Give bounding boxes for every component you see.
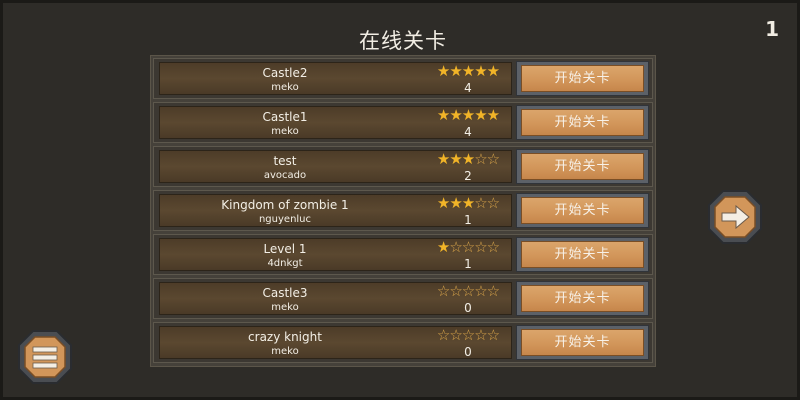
level-row: Castle1 meko ★★★★★ 4 开始关卡 — [153, 102, 653, 143]
start-level-label: 开始关卡 — [521, 65, 644, 92]
start-level-button[interactable]: 开始关卡 — [516, 281, 649, 316]
level-score: 0 — [464, 345, 472, 359]
level-score: 4 — [464, 81, 472, 95]
star-rating: ★★★☆☆ — [430, 195, 506, 212]
level-info-panel: Castle3 meko ☆☆☆☆☆ 0 — [159, 282, 512, 315]
start-level-button[interactable]: 开始关卡 — [516, 237, 649, 272]
menu-icon — [18, 330, 72, 384]
level-name: Castle3 — [262, 286, 308, 300]
page-title: 在线关卡 — [359, 29, 447, 53]
start-level-label: 开始关卡 — [521, 285, 644, 312]
level-info-panel: crazy knight meko ☆☆☆☆☆ 0 — [159, 326, 512, 359]
level-name: Castle2 — [262, 66, 308, 80]
star-rating: ☆☆☆☆☆ — [430, 283, 506, 300]
level-info-panel: test avocado ★★★☆☆ 2 — [159, 150, 512, 183]
level-row: test avocado ★★★☆☆ 2 开始关卡 — [153, 146, 653, 187]
level-author: meko — [271, 82, 299, 93]
empty-stars-icon: ☆☆☆☆☆ — [436, 282, 500, 300]
start-level-label: 开始关卡 — [521, 109, 644, 136]
level-info-panel: Castle2 meko ★★★★★ 4 — [159, 62, 512, 95]
empty-stars-icon: ☆☆☆☆ — [449, 238, 500, 256]
empty-stars-icon: ☆☆ — [474, 194, 500, 212]
empty-stars-icon: ☆☆☆☆☆ — [436, 326, 500, 344]
level-score: 4 — [464, 125, 472, 139]
level-row: crazy knight meko ☆☆☆☆☆ 0 开始关卡 — [153, 322, 653, 363]
arrow-right-icon — [708, 190, 762, 244]
level-name: crazy knight — [248, 330, 322, 344]
start-level-button[interactable]: 开始关卡 — [516, 105, 649, 140]
level-author: meko — [271, 302, 299, 313]
level-name: test — [273, 154, 297, 168]
start-level-label: 开始关卡 — [521, 241, 644, 268]
level-info-panel: Level 1 4dnkgt ★☆☆☆☆ 1 — [159, 238, 512, 271]
level-name: Kingdom of zombie 1 — [221, 198, 349, 212]
start-level-button[interactable]: 开始关卡 — [516, 325, 649, 360]
start-level-button[interactable]: 开始关卡 — [516, 61, 649, 96]
level-author: meko — [271, 346, 299, 357]
level-score: 0 — [464, 301, 472, 315]
star-rating: ★★★★★ — [430, 63, 506, 80]
level-row: Kingdom of zombie 1 nguyenluc ★★★☆☆ 1 开始… — [153, 190, 653, 231]
start-level-button[interactable]: 开始关卡 — [516, 149, 649, 184]
level-name: Level 1 — [263, 242, 307, 256]
star-rating: ★★★★★ — [430, 107, 506, 124]
start-level-label: 开始关卡 — [521, 197, 644, 224]
level-score: 1 — [464, 213, 472, 227]
start-level-label: 开始关卡 — [521, 329, 644, 356]
start-level-button[interactable]: 开始关卡 — [516, 193, 649, 228]
level-author: nguyenluc — [258, 214, 312, 225]
menu-button[interactable] — [17, 329, 73, 385]
level-row: Level 1 4dnkgt ★☆☆☆☆ 1 开始关卡 — [153, 234, 653, 275]
next-page-button[interactable] — [707, 189, 763, 245]
level-score: 1 — [464, 257, 472, 271]
empty-stars-icon: ☆☆ — [474, 150, 500, 168]
filled-stars-icon: ★★★★★ — [436, 62, 500, 80]
level-author: avocado — [263, 170, 307, 181]
page-indicator: 1 — [765, 17, 779, 41]
filled-stars-icon: ★ — [436, 238, 450, 256]
filled-stars-icon: ★★★★★ — [436, 106, 500, 124]
level-info-panel: Kingdom of zombie 1 nguyenluc ★★★☆☆ 1 — [159, 194, 512, 227]
filled-stars-icon: ★★★ — [436, 194, 475, 212]
star-rating: ★★★☆☆ — [430, 151, 506, 168]
filled-stars-icon: ★★★ — [436, 150, 475, 168]
level-row: Castle2 meko ★★★★★ 4 开始关卡 — [153, 58, 653, 99]
level-row: Castle3 meko ☆☆☆☆☆ 0 开始关卡 — [153, 278, 653, 319]
start-level-label: 开始关卡 — [521, 153, 644, 180]
level-author: meko — [271, 126, 299, 137]
level-score: 2 — [464, 169, 472, 183]
level-name: Castle1 — [262, 110, 308, 124]
star-rating: ★☆☆☆☆ — [430, 239, 506, 256]
level-info-panel: Castle1 meko ★★★★★ 4 — [159, 106, 512, 139]
game-screen: 在线关卡 1 Castle2 meko ★★★★★ 4 开始关卡 Castle1… — [0, 0, 800, 400]
level-author: 4dnkgt — [267, 258, 303, 269]
star-rating: ☆☆☆☆☆ — [430, 327, 506, 344]
level-list: Castle2 meko ★★★★★ 4 开始关卡 Castle1 meko ★… — [150, 55, 656, 367]
